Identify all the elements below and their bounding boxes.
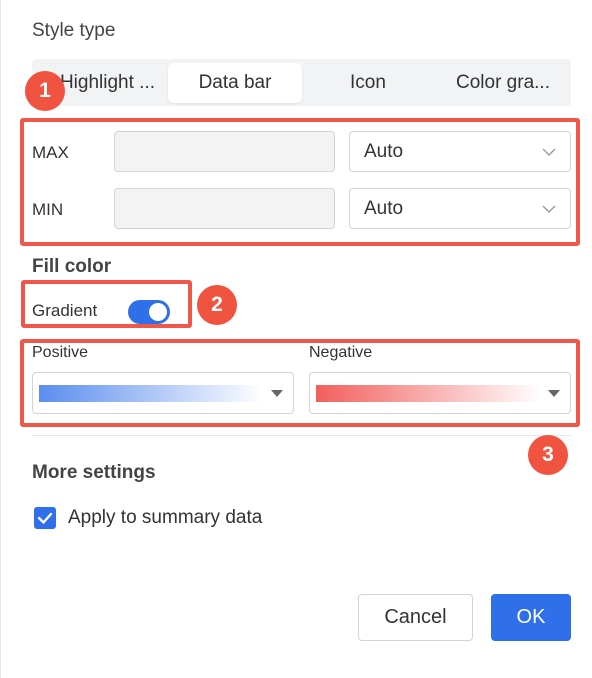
min-value-input[interactable]: [114, 188, 335, 229]
max-mode-value: Auto: [364, 141, 404, 162]
min-mode-value: Auto: [364, 198, 404, 219]
checkmark-icon: [37, 512, 53, 524]
apply-summary-checkbox[interactable]: [34, 507, 56, 529]
annotation-badge-2: 2: [197, 285, 237, 325]
positive-gradient-swatch: [39, 385, 264, 402]
max-label: MAX: [32, 143, 69, 162]
max-value-input[interactable]: [114, 131, 335, 172]
chevron-down-icon: [542, 148, 556, 156]
gradient-toggle[interactable]: [128, 300, 170, 324]
caret-down-icon: [548, 390, 560, 397]
tab-data-bar[interactable]: Data bar: [168, 63, 302, 103]
max-mode-select[interactable]: Auto: [349, 131, 571, 172]
style-settings-panel: Style type Highlight ... Data bar Icon C…: [0, 0, 592, 678]
min-label: MIN: [32, 200, 64, 219]
annotation-badge-1: 1: [25, 71, 65, 111]
fill-color-title: Fill color: [32, 256, 112, 277]
negative-label: Negative: [309, 344, 373, 361]
apply-summary-label[interactable]: Apply to summary data: [68, 507, 262, 529]
ok-button[interactable]: OK: [491, 594, 571, 641]
toggle-knob: [149, 303, 167, 321]
chevron-down-icon: [542, 205, 556, 213]
cancel-button[interactable]: Cancel: [358, 594, 473, 641]
positive-label: Positive: [32, 344, 89, 361]
tab-color-gradient[interactable]: Color gra...: [437, 63, 569, 103]
gradient-label: Gradient: [32, 301, 98, 320]
caret-down-icon: [271, 390, 283, 397]
min-mode-select[interactable]: Auto: [349, 188, 571, 229]
tab-icon[interactable]: Icon: [306, 63, 430, 103]
negative-gradient-swatch: [316, 385, 541, 402]
style-type-tabs: Highlight ... Data bar Icon Color gra...: [32, 59, 571, 106]
annotation-badge-3: 3: [528, 435, 568, 475]
negative-color-select[interactable]: [309, 372, 571, 414]
section-divider: [32, 435, 571, 436]
style-type-title: Style type: [32, 20, 116, 41]
more-settings-title: More settings: [32, 462, 156, 483]
positive-color-select[interactable]: [32, 372, 294, 414]
